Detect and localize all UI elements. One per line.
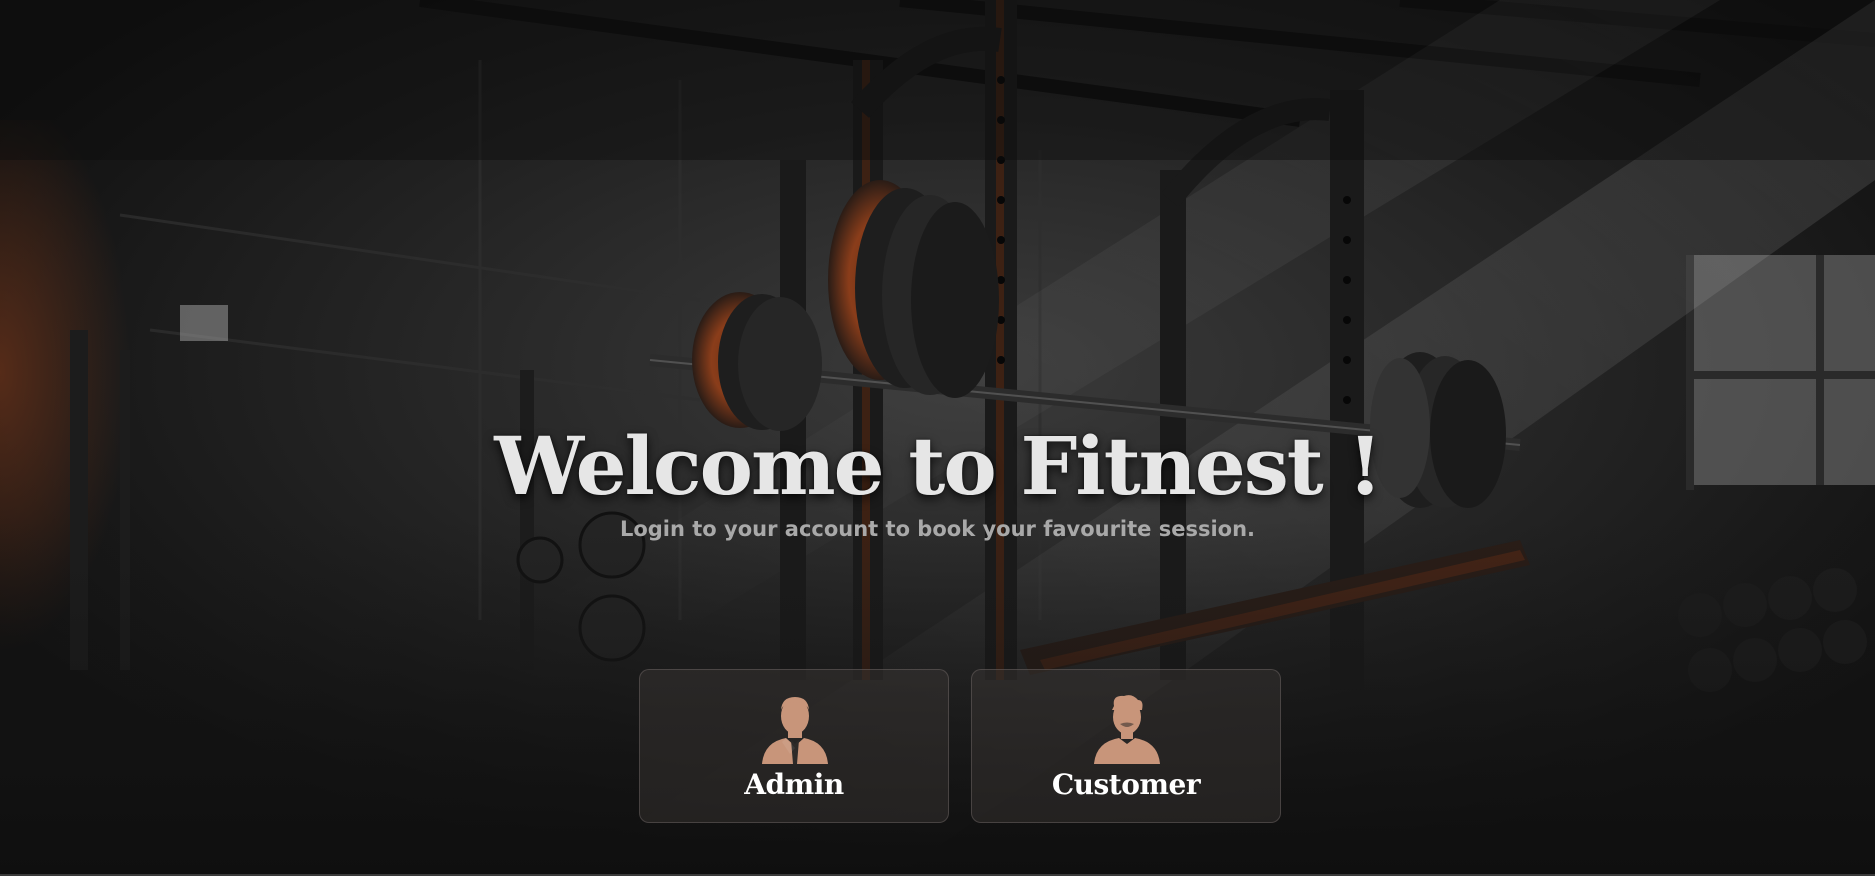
admin-login-card[interactable]: Admin — [639, 669, 949, 823]
admin-avatar-icon — [762, 697, 828, 764]
customer-label: Customer — [1051, 768, 1201, 801]
customer-login-card[interactable]: Customer — [971, 669, 1281, 823]
hero-section: Welcome to Fitnest ! Login to your accou… — [0, 0, 1875, 874]
customer-avatar-icon — [1094, 695, 1160, 764]
page-title: Welcome to Fitnest ! — [494, 419, 1382, 513]
page-subtitle: Login to your account to book your favou… — [619, 517, 1256, 541]
admin-label: Admin — [744, 768, 844, 801]
